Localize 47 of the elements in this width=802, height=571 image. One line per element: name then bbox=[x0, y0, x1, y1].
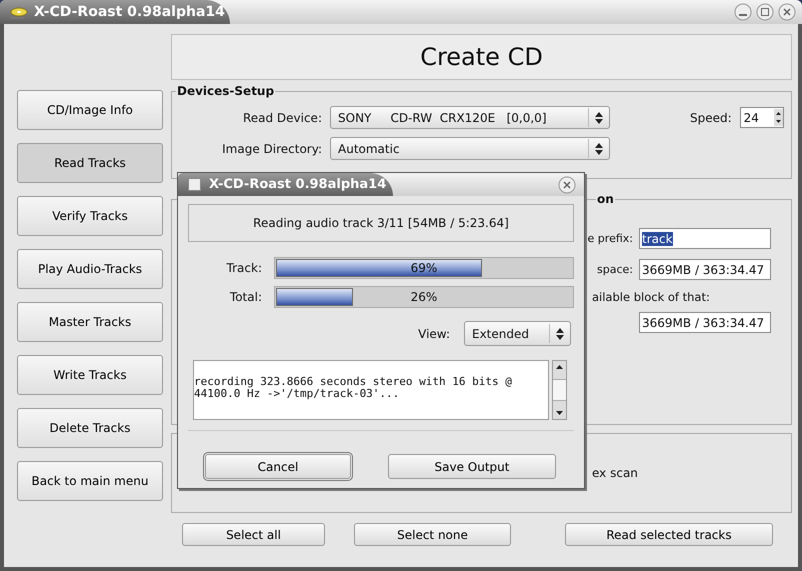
updown-arrows-icon bbox=[595, 112, 603, 124]
info-text: ailable block of that: bbox=[592, 290, 711, 304]
field-label: e prefix: bbox=[588, 232, 633, 245]
view-dropdown[interactable]: Extended bbox=[464, 321, 571, 346]
progress-label: Total: bbox=[228, 290, 262, 304]
progress-label: Track: bbox=[226, 261, 262, 275]
log-output: recording 323.8666 seconds stereo with 16 bits @ 44100.0 Hz ->'/tmp/track-03'... bbox=[193, 360, 549, 420]
field-label: space: bbox=[597, 263, 633, 276]
close-icon[interactable] bbox=[558, 176, 576, 194]
option-label: ex scan bbox=[592, 466, 638, 480]
spin-arrows-icon[interactable] bbox=[774, 109, 783, 126]
action-button[interactable]: Read selected tracks bbox=[565, 523, 773, 546]
sidebar-button[interactable]: Verify Tracks bbox=[17, 196, 163, 236]
close-icon[interactable] bbox=[778, 3, 796, 21]
progress-reading: 69% bbox=[410, 261, 438, 275]
field-label: Image Directory: bbox=[221, 142, 322, 156]
dialog-button[interactable]: Save Output bbox=[388, 454, 556, 479]
image-directory-dropdown[interactable]: Automatic bbox=[330, 137, 610, 160]
page-title: Create CD bbox=[420, 43, 543, 71]
window-title: X-CD-Roast 0.98alpha14 bbox=[34, 4, 225, 20]
sidebar-button[interactable]: Play Audio-Tracks bbox=[17, 249, 163, 289]
read-device-dropdown[interactable]: SONY CD-RW CRX120E [0,0,0] bbox=[330, 106, 610, 129]
maximize-icon[interactable] bbox=[756, 3, 774, 21]
dialog-title: X-CD-Roast 0.98alpha14 bbox=[209, 177, 386, 192]
progress-reading: 26% bbox=[410, 290, 438, 304]
sidebar-button[interactable]: Back to main menu bbox=[17, 461, 163, 501]
speed-spinbox[interactable]: 24 bbox=[740, 107, 784, 128]
scrollbar[interactable] bbox=[552, 360, 567, 420]
dialog-button[interactable]: Cancel bbox=[205, 454, 351, 479]
field-label: Read Device: bbox=[242, 110, 322, 124]
field-label: View: bbox=[418, 326, 450, 340]
action-button[interactable]: Select none bbox=[354, 523, 511, 546]
sidebar-button[interactable]: Master Tracks bbox=[17, 302, 163, 342]
updown-arrows-icon bbox=[595, 142, 603, 154]
sidebar-button[interactable]: Delete Tracks bbox=[17, 408, 163, 448]
field-label: Speed: bbox=[690, 110, 732, 124]
text-field[interactable]: track bbox=[639, 228, 771, 249]
window-icon bbox=[188, 178, 201, 191]
frame-title: Devices-Setup bbox=[176, 84, 276, 98]
sidebar-button[interactable]: Write Tracks bbox=[17, 355, 163, 395]
updown-arrows-icon bbox=[556, 328, 564, 340]
minimize-icon[interactable] bbox=[734, 3, 752, 21]
sidebar-button[interactable]: CD/Image Info bbox=[17, 90, 163, 130]
status-text: Reading audio track 3/11 [54MB / 5:23.64] bbox=[253, 216, 509, 230]
text-field[interactable]: 3669MB / 363:34.47 bbox=[639, 259, 771, 280]
sidebar-button[interactable]: Read Tracks bbox=[17, 143, 163, 183]
action-button[interactable]: Select all bbox=[182, 523, 325, 546]
